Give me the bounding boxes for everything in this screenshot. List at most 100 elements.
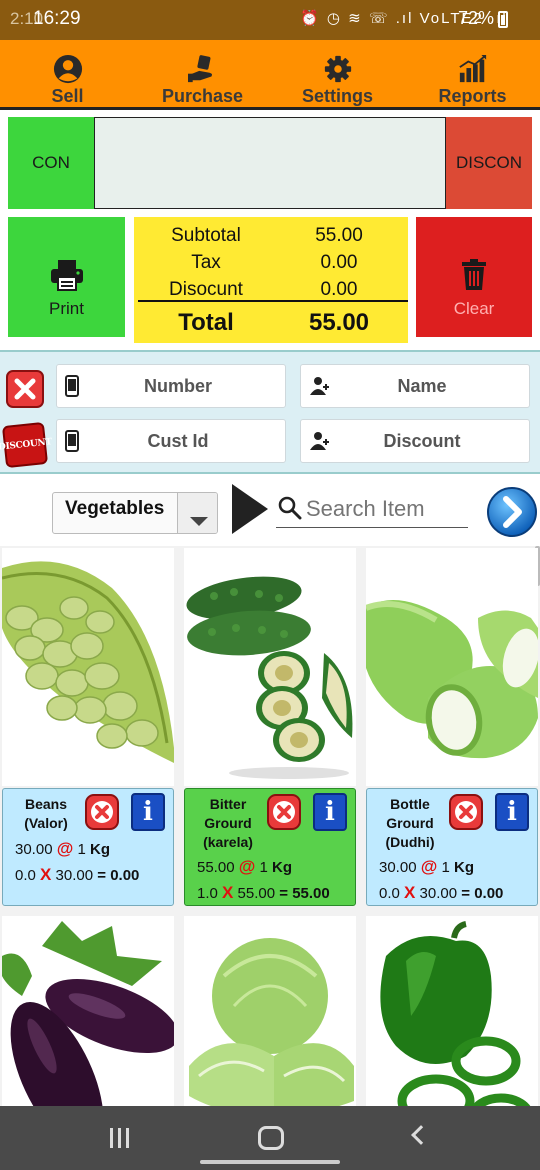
- capsicum-image: [380, 921, 531, 1106]
- product-rate: 30.00: [55, 867, 94, 884]
- product-price: 30.00: [379, 859, 417, 876]
- add-user-icon: [310, 432, 329, 450]
- at-symbol: @: [420, 857, 438, 876]
- cust-id-field[interactable]: Cust Id: [56, 419, 286, 463]
- product-image-bottle-gourd[interactable]: [366, 548, 538, 786]
- product-unit-qty: 1: [259, 859, 268, 876]
- clear-customer-icon[interactable]: [6, 370, 44, 408]
- product-image-capsicum[interactable]: [366, 916, 538, 1106]
- name-placeholder: Name: [397, 375, 447, 396]
- clear-button[interactable]: Clear: [416, 217, 532, 337]
- totals-panel: Subtotal 55.00 Tax 0.00 Disocunt 0.00 To…: [134, 217, 408, 343]
- back-icon[interactable]: [411, 1125, 431, 1145]
- nav-settings-label: Settings: [301, 86, 373, 106]
- nav-sell-label: Sell: [51, 86, 84, 106]
- nav-purchase-label: Purchase: [161, 86, 244, 106]
- discount-badge-icon[interactable]: DISCOUNT: [0, 421, 52, 469]
- discount-placeholder: Discount: [383, 430, 461, 451]
- at-symbol: @: [238, 857, 256, 876]
- product-amount: 0.00: [474, 885, 504, 902]
- status-bar: 2:10 16:29 ⏰ ◷ ≋ ☏ .ıl VoLTE2 .ıl 72%: [0, 0, 540, 40]
- bottle-gourd-image: [366, 600, 538, 759]
- remove-item-icon[interactable]: [449, 793, 483, 831]
- product-qty: 0.0: [15, 867, 36, 884]
- product-unit: Kg: [89, 841, 110, 858]
- product-name: Bitter Grourd (karela): [203, 796, 253, 850]
- product-amount: 0.00: [110, 867, 140, 884]
- product-info-bottle-gourd[interactable]: Bottle Grourd (Dudhi) i 30.00 @ 1 Kg 0.0…: [366, 788, 538, 906]
- name-field[interactable]: Name: [300, 364, 530, 408]
- remove-item-icon[interactable]: [267, 793, 301, 831]
- number-field[interactable]: Number: [56, 364, 286, 408]
- nav-settings[interactable]: Settings: [270, 40, 405, 107]
- arrow-right-circle-icon[interactable]: [486, 486, 538, 538]
- beans-image: [2, 561, 174, 763]
- equals-symbol: =: [97, 867, 107, 884]
- cabbage-image: [189, 938, 354, 1106]
- product-grid: Beans (Valor) i 30.00 @ 1 Kg 0.0 X 30.00…: [0, 546, 540, 1106]
- number-placeholder: Number: [143, 375, 212, 396]
- product-amount: 55.00: [292, 885, 330, 902]
- product-calc-line: 0.0 X 30.00 = 0.00: [379, 883, 503, 903]
- bitter-gourd-image: [186, 576, 353, 779]
- product-calc-line: 1.0 X 55.00 = 55.00: [197, 883, 330, 903]
- connection-row: CON DISCON: [8, 117, 532, 209]
- play-icon[interactable]: [232, 484, 268, 534]
- trash-icon: [462, 259, 486, 290]
- home-icon[interactable]: [258, 1126, 284, 1150]
- product-unit-qty: 1: [441, 859, 450, 876]
- gesture-handle[interactable]: [200, 1160, 340, 1164]
- disconnect-button[interactable]: DISCON: [446, 117, 532, 209]
- search-input[interactable]: [306, 494, 466, 524]
- product-name: Beans (Valor): [24, 796, 68, 831]
- nav-sell[interactable]: Sell: [0, 40, 135, 107]
- times-symbol: X: [222, 883, 234, 902]
- info-icon[interactable]: i: [495, 793, 529, 831]
- product-image-bitter-gourd[interactable]: [184, 548, 356, 786]
- print-button[interactable]: Print: [8, 217, 125, 337]
- info-icon[interactable]: i: [131, 793, 165, 831]
- total-label: Total: [178, 309, 234, 336]
- product-image-beans[interactable]: [2, 548, 174, 786]
- product-image-eggplant[interactable]: [2, 916, 174, 1106]
- tax-value: 0.00: [320, 252, 358, 273]
- tax-label: Tax: [191, 252, 221, 273]
- info-icon[interactable]: i: [313, 793, 347, 831]
- product-rate: 55.00: [237, 885, 276, 902]
- product-rate: 30.00: [419, 885, 458, 902]
- product-image-cabbage[interactable]: [184, 916, 356, 1106]
- equals-symbol: =: [461, 885, 471, 902]
- cart-hand-icon: [187, 55, 212, 83]
- product-info-beans[interactable]: Beans (Valor) i 30.00 @ 1 Kg 0.0 X 30.00…: [2, 788, 174, 906]
- print-label: Print: [49, 299, 84, 318]
- product-price: 30.00: [15, 841, 53, 858]
- search-box: [276, 492, 468, 528]
- android-nav-bar: [0, 1106, 540, 1170]
- discount-label: Disocunt: [169, 279, 243, 300]
- product-unit-qty: 1: [77, 841, 86, 858]
- product-info-bitter-gourd[interactable]: Bitter Grourd (karela) i 55.00 @ 1 Kg 1.…: [184, 788, 356, 906]
- battery-icon: [498, 11, 508, 28]
- discount-field[interactable]: Discount: [300, 419, 530, 463]
- bar-chart-icon: [458, 54, 486, 83]
- clock: 16:29: [33, 8, 81, 29]
- nav-reports[interactable]: Reports: [405, 40, 540, 107]
- category-select[interactable]: Vegetables: [52, 492, 218, 534]
- equals-symbol: =: [279, 885, 289, 902]
- product-price: 55.00: [197, 859, 235, 876]
- times-symbol: X: [40, 865, 52, 884]
- subtotal-label: Subtotal: [171, 225, 241, 246]
- nav-purchase[interactable]: Purchase: [135, 40, 270, 107]
- phone-icon: [65, 430, 79, 452]
- at-symbol: @: [56, 839, 74, 858]
- product-price-line: 30.00 @ 1 Kg: [15, 839, 110, 859]
- connect-button[interactable]: CON: [8, 117, 94, 209]
- search-icon: [278, 496, 302, 520]
- times-symbol: X: [404, 883, 416, 902]
- customer-panel: DISCOUNT Number Name Cust Id Discount: [0, 350, 540, 474]
- totals-divider: [138, 300, 408, 302]
- top-nav: Sell Purchase Settings Reports: [0, 40, 540, 110]
- product-calc-line: 0.0 X 30.00 = 0.00: [15, 865, 139, 885]
- remove-item-icon[interactable]: [85, 793, 119, 831]
- recents-icon[interactable]: [108, 1128, 132, 1148]
